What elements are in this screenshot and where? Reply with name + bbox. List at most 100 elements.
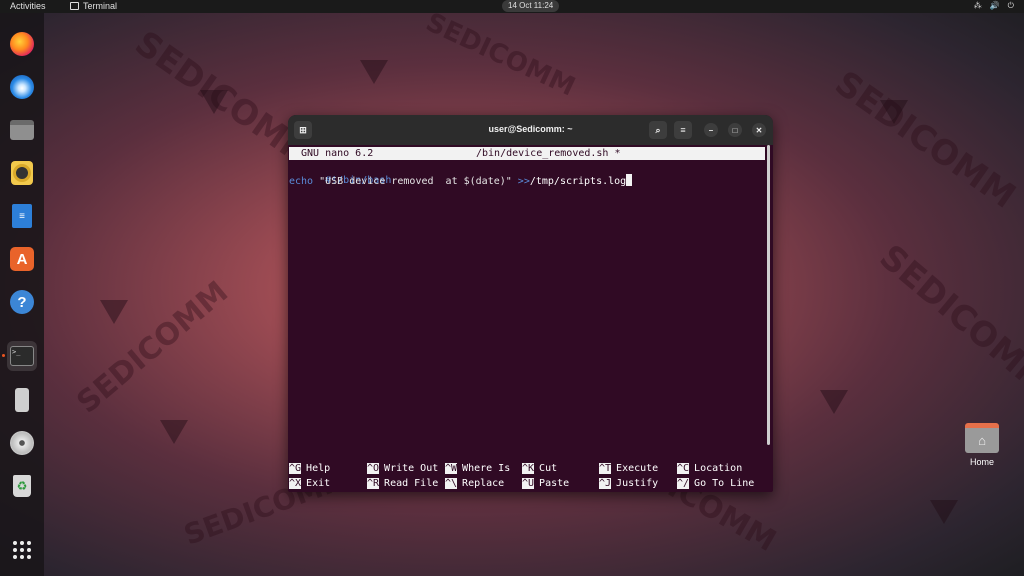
- shortcut-label: Paste: [539, 478, 570, 489]
- desktop-home-shortcut[interactable]: ⌂ Home: [962, 423, 1002, 467]
- dock-item-trash[interactable]: ♻: [7, 471, 37, 501]
- dock-item-thunderbird[interactable]: [7, 72, 37, 102]
- terminal-scrollbar[interactable]: [767, 145, 770, 445]
- shortcut-exit[interactable]: ^X Exit: [289, 477, 330, 490]
- writer-icon: ≡: [12, 204, 32, 228]
- network-icon: ⁂: [973, 1, 982, 10]
- power-icon: ⏻: [1007, 1, 1014, 10]
- dock-item-help[interactable]: ?: [7, 287, 37, 317]
- shortcut-go-to-line[interactable]: ^/ Go To Line: [677, 477, 754, 490]
- app-menu[interactable]: Terminal: [70, 1, 117, 11]
- app-name: Terminal: [83, 1, 118, 11]
- shortcut-cut[interactable]: ^K Cut: [522, 462, 557, 475]
- watermark-logo: [200, 90, 228, 114]
- shortcut-label: Justify: [616, 478, 659, 489]
- terminal-window[interactable]: ⊞ user@Sedicomm: ~ ⌕ ≡ – □ ✕ GNU nano 6.…: [288, 115, 773, 492]
- watermark-text: SEDICOMM: [70, 274, 235, 421]
- dock-item-cd[interactable]: [7, 428, 37, 458]
- shortcut-key: ^U: [522, 478, 535, 489]
- files-icon: [10, 120, 34, 140]
- nano-header: GNU nano 6.2 /bin/device_removed.sh *: [289, 147, 765, 160]
- text-cursor: [626, 174, 633, 186]
- show-apps-button[interactable]: [7, 535, 37, 565]
- thunderbird-icon: [10, 75, 34, 99]
- window-titlebar[interactable]: ⊞ user@Sedicomm: ~ ⌕ ≡ – □ ✕: [288, 115, 773, 145]
- cd-icon: [10, 431, 34, 455]
- home-folder-icon: ⌂: [965, 423, 999, 453]
- minimize-icon: –: [708, 125, 714, 135]
- usb-icon: [15, 388, 29, 412]
- menu-button[interactable]: ≡: [674, 121, 692, 139]
- shortcut-paste[interactable]: ^U Paste: [522, 477, 569, 490]
- rhythmbox-icon: [11, 161, 33, 185]
- shortcut-execute[interactable]: ^T Execute: [599, 462, 658, 475]
- dock-item-writer[interactable]: ≡: [7, 201, 37, 231]
- dock: ≡ A ? >_ ♻: [0, 13, 44, 576]
- shortcut-key: ^C: [677, 463, 690, 474]
- close-icon: ✕: [755, 125, 763, 135]
- shortcut-replace[interactable]: ^\ Replace: [445, 477, 504, 490]
- shortcut-key: ^O: [367, 463, 380, 474]
- search-icon: ⌕: [655, 124, 661, 135]
- top-bar: Activities Terminal 14 Oct 11:24 ⁂ 🔊 ⏻: [0, 0, 1024, 13]
- shortcut-key: ^/: [677, 478, 690, 489]
- home-label: Home: [969, 457, 994, 467]
- search-button[interactable]: ⌕: [649, 121, 667, 139]
- minimize-button[interactable]: –: [704, 123, 718, 137]
- shortcut-read-file[interactable]: ^R Read File: [367, 477, 438, 490]
- running-indicator: [2, 354, 5, 357]
- code-line[interactable]: #!/bin/bash: [289, 161, 391, 186]
- help-icon: ?: [10, 290, 34, 314]
- shortcut-write-out[interactable]: ^O Write Out: [367, 462, 438, 475]
- shortcut-where-is[interactable]: ^W Where Is: [445, 462, 510, 475]
- shortcut-key: ^G: [289, 463, 302, 474]
- watermark-logo: [820, 390, 848, 414]
- watermark-text: SEDICOMM: [871, 237, 1024, 403]
- shortcut-label: Execute: [616, 463, 659, 474]
- close-button[interactable]: ✕: [752, 123, 766, 137]
- hamburger-icon: ≡: [680, 125, 686, 135]
- dock-item-software[interactable]: A: [7, 244, 37, 274]
- shortcut-label: Cut: [539, 463, 558, 474]
- shortcut-label: Help: [306, 463, 331, 474]
- dock-item-usb[interactable]: [7, 385, 37, 415]
- dock-item-terminal[interactable]: >_: [2, 341, 37, 371]
- trash-icon: ♻: [13, 475, 31, 497]
- watermark-logo: [360, 60, 388, 84]
- echo-keyword: echo: [289, 176, 314, 187]
- shortcut-key: ^\: [445, 478, 458, 489]
- shortcut-label: Location: [694, 463, 743, 474]
- shortcut-key: ^R: [367, 478, 380, 489]
- shortcut-label: Go To Line: [694, 478, 755, 489]
- shortcut-location[interactable]: ^C Location: [677, 462, 742, 475]
- watermark-text: SEDICOMM: [827, 63, 1023, 217]
- shortcut-key: ^W: [445, 463, 458, 474]
- dock-item-rhythmbox[interactable]: [7, 158, 37, 188]
- nano-filename: /bin/device_removed.sh *: [476, 148, 621, 159]
- shortcut-key: ^X: [289, 478, 302, 489]
- terminal-icon: >_: [10, 346, 34, 366]
- terminal-small-icon: [70, 2, 79, 10]
- system-tray[interactable]: ⁂ 🔊 ⏻: [974, 1, 1014, 11]
- shortcut-key: ^K: [522, 463, 535, 474]
- watermark-logo: [930, 500, 958, 524]
- window-title: user@Sedicomm: ~: [488, 124, 573, 134]
- clock[interactable]: 14 Oct 11:24: [502, 0, 560, 12]
- dock-item-files[interactable]: [7, 115, 37, 145]
- shortcut-help[interactable]: ^G Help: [289, 462, 330, 475]
- shortcut-label: Write Out: [384, 463, 439, 474]
- code-line[interactable]: echo "USB device removed at $(date)" >>/…: [289, 174, 633, 187]
- watermark-logo: [160, 420, 188, 444]
- dock-item-firefox[interactable]: [7, 29, 37, 59]
- shortcut-key: ^T: [599, 463, 612, 474]
- echo-string: "USB device removed at $(date)": [313, 176, 518, 187]
- activities-button[interactable]: Activities: [10, 1, 46, 11]
- watermark-text: SEDICOMM: [421, 7, 580, 103]
- terminal-content[interactable]: GNU nano 6.2 /bin/device_removed.sh * #!…: [288, 145, 773, 492]
- shortcut-label: Replace: [462, 478, 505, 489]
- watermark-logo: [880, 100, 908, 124]
- software-icon: A: [10, 247, 34, 271]
- maximize-button[interactable]: □: [728, 123, 742, 137]
- shortcut-justify[interactable]: ^J Justify: [599, 477, 658, 490]
- watermark-logo: [100, 300, 128, 324]
